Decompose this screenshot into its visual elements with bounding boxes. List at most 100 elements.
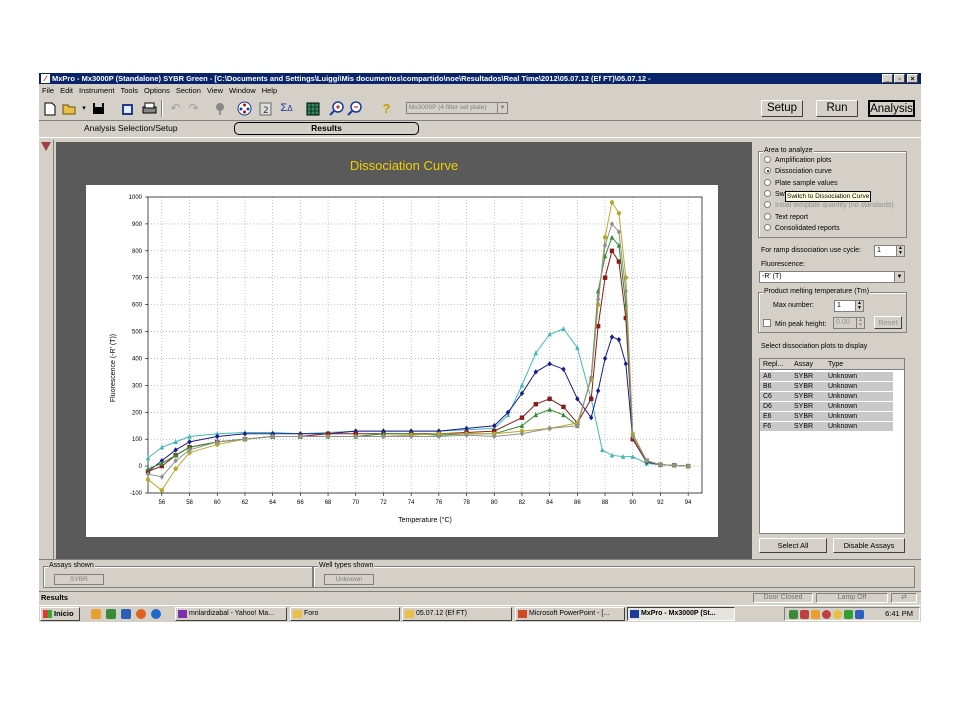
quicklaunch-ie-icon[interactable] [151,609,161,619]
radio-button[interactable] [764,189,771,197]
taskbar-button[interactable]: 05.07.12 (Ef FT) [402,607,512,621]
pin-icon[interactable] [41,142,51,151]
well-row[interactable]: A6 SYBR Unknown [760,372,893,381]
mxpro-app-icon[interactable]: ∕ [41,74,50,83]
zoom-out-icon[interactable] [346,100,363,117]
option-dissociation-curve[interactable]: Dissociation curve [764,167,832,177]
menu-instrument[interactable]: Instrument [76,85,117,96]
pin-icon[interactable] [211,100,228,117]
radio-button[interactable] [764,212,771,220]
dissociation-chart[interactable]: 56 58 60 62 64 66 68 70 72 74 76 78 80 82 84 86 88 90 92 94… [86,185,718,537]
min-peak-checkbox[interactable] [763,319,771,327]
start-button[interactable]: Inicio [40,607,80,621]
help-icon[interactable]: ? [378,100,395,117]
option-initial-template-quantity-no-standards[interactable]: Initial template quantity (no standards) [764,201,894,211]
step-icon[interactable]: 2 [257,100,274,117]
radio-button[interactable] [764,201,771,209]
option-text-report[interactable]: Text report [764,212,808,223]
y-tick-label: 400 [132,356,143,362]
new-file-icon[interactable] [41,100,58,117]
taskbar-button[interactable]: Microsoft PowerPoint - [... [515,607,625,621]
column-repl[interactable]: Repl... [763,359,783,370]
grid-icon[interactable] [304,100,321,117]
tray-network-icon[interactable] [789,610,798,619]
analysis-button[interactable]: Analysis [868,100,915,117]
tray-monitor-icon[interactable] [855,610,864,619]
menu-view[interactable]: View [204,85,226,96]
save-icon[interactable] [90,100,107,117]
tab-analysis-selection[interactable]: Analysis Selection/Setup [84,123,178,133]
assay-tag-sybr[interactable]: SYBR [54,574,104,585]
tray-smiley-icon[interactable] [833,610,842,619]
well-row[interactable]: F6 SYBR Unknown [760,422,893,431]
menu-section[interactable]: Section [173,85,204,96]
menu-options[interactable]: Options [141,85,173,96]
reset-button[interactable]: Reset [874,316,902,329]
menu-tools[interactable]: Tools [117,85,141,96]
tray-shield-icon[interactable] [844,610,853,619]
print-icon[interactable] [141,100,158,117]
restore-button[interactable]: ▫ [894,74,905,83]
quicklaunch-word-icon[interactable] [121,609,131,619]
well-row[interactable]: B6 SYBR Unknown [760,382,893,391]
tray-app-icon[interactable] [811,610,820,619]
plate-type-select[interactable]: Mx3000P (4 filter set plate) ▼ [406,102,508,114]
sigma-delta-icon[interactable]: ΣΔ [278,100,295,117]
tab-results[interactable]: Results [234,122,419,135]
column-type[interactable]: Type [828,359,843,370]
data-point [145,477,151,482]
task-app-icon [518,610,527,618]
redo-icon[interactable]: ↷ [185,100,202,117]
quicklaunch-firefox-icon[interactable] [136,609,146,619]
taskbar-button[interactable]: MxPro - Mx3000P (St... [627,607,735,621]
data-point [173,466,178,471]
undo-icon[interactable]: ↶ [167,100,184,117]
menu-edit[interactable]: Edit [57,85,76,96]
menu-file[interactable]: File [39,85,57,96]
min-peak-input[interactable]: 0.00 ▲ ▼ [833,317,865,329]
run-button[interactable]: Run [816,100,858,117]
quicklaunch-app-icon[interactable] [91,609,101,619]
well-row[interactable]: C6 SYBR Unknown [760,392,893,401]
plate-icon[interactable] [236,100,253,117]
zoom-in-icon[interactable] [328,100,345,117]
open-dropdown-icon[interactable]: ▾ [79,100,89,117]
radio-button[interactable] [764,223,771,231]
ramp-cycle-spinner[interactable]: 1 ▲ ▼ [874,245,905,257]
tray-alert-icon[interactable] [822,610,831,619]
max-number-spinner[interactable]: 1 ▲ ▼ [834,300,864,312]
option-plate-sample-values[interactable]: Plate sample values [764,178,838,189]
well-types-shown-group: Well types shown Unknown [313,562,915,588]
minimize-button[interactable]: _ [882,74,893,83]
menu-help[interactable]: Help [259,85,280,96]
wells-list[interactable]: Repl... Assay Type A6 SYBR Unknown B6 SYBR Un… [759,358,905,534]
setup-button[interactable]: Setup [761,100,803,117]
close-button[interactable]: × [907,74,918,83]
well-row[interactable]: D6 SYBR Unknown [760,402,893,411]
spinner-arrows-icon[interactable]: ▲ ▼ [856,318,864,328]
select-all-button[interactable]: Select All [759,538,827,553]
fluorescence-select[interactable]: -R' (T) ▼ [759,271,905,283]
spinner-arrows-icon[interactable]: ▲ ▼ [896,246,904,256]
disable-assays-button[interactable]: Disable Assays [833,538,905,553]
clipboard-icon[interactable] [119,100,136,117]
well-repl: F6 [763,423,772,430]
option-amplification-plots[interactable]: Amplification plots [764,156,831,166]
spinner-arrows-icon[interactable]: ▲ ▼ [855,301,863,311]
quicklaunch-browser-icon[interactable] [106,609,116,619]
door-status: Door Closed [753,593,813,603]
tray-antivirus-icon[interactable] [800,610,809,619]
taskbar-button[interactable]: Foro [290,607,400,621]
well-type-tag-unknown[interactable]: Unknown [324,574,374,585]
radio-button[interactable] [764,156,771,163]
radio-button[interactable] [764,167,771,175]
column-assay[interactable]: Assay [794,359,813,370]
plot-panel: Dissociation Curve 56 58 60 62 64 66 68 70 72 74 7… [56,142,752,559]
radio-button[interactable] [764,178,771,186]
open-folder-icon[interactable] [61,100,78,117]
taskbar-button[interactable]: mnlardizabal - Yahoo! Ma... [175,607,287,621]
option-consolidated-reports[interactable]: Consolidated reports [764,223,840,234]
menu-window[interactable]: Window [226,85,259,96]
x-tick-label: 92 [657,500,664,506]
well-row[interactable]: E6 SYBR Unknown [760,412,893,421]
